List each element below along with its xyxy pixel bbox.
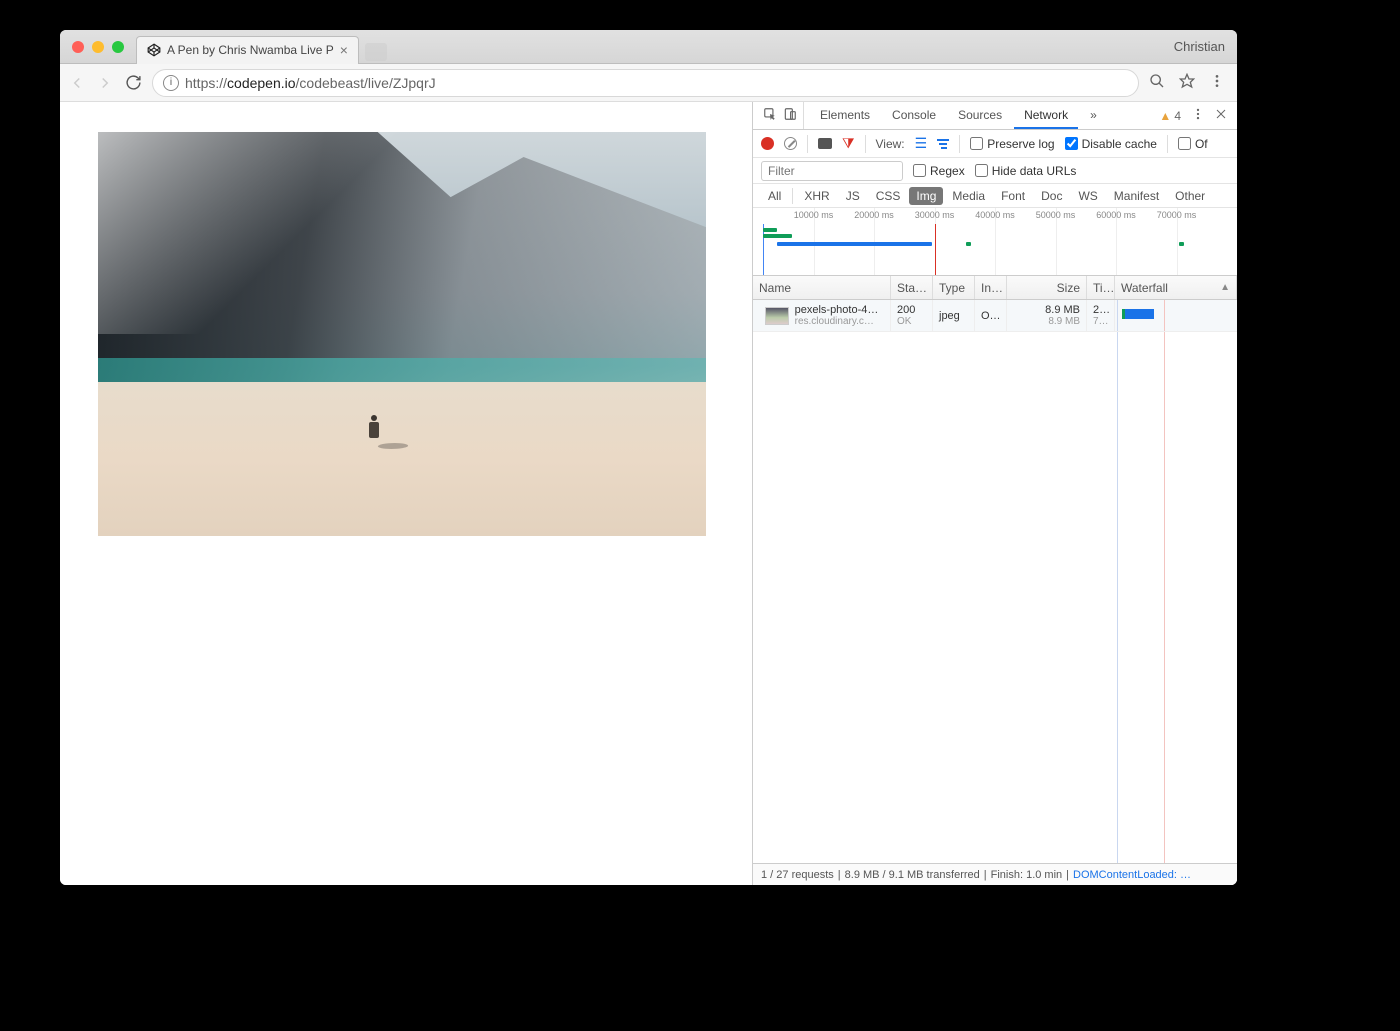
back-button[interactable] <box>68 74 86 92</box>
type-ws[interactable]: WS <box>1071 187 1104 205</box>
filter-toggle-icon[interactable]: ⧩ <box>842 135 855 152</box>
browser-window: A Pen by Chris Nwamba Live P × Christian… <box>60 30 1237 885</box>
request-domain: res.cloudinary.c… <box>795 316 879 327</box>
toolbar: i https://codepen.io/codebeast/live/ZJpq… <box>60 64 1237 102</box>
window-controls <box>60 41 136 53</box>
request-thumbnail <box>765 307 789 325</box>
warnings-badge[interactable]: ▲ 4 <box>1159 109 1181 123</box>
type-css[interactable]: CSS <box>869 187 908 205</box>
offline-checkbox[interactable]: Of <box>1178 137 1208 151</box>
maximize-window-button[interactable] <box>112 41 124 53</box>
tab-elements[interactable]: Elements <box>810 102 880 129</box>
hide-data-urls-checkbox[interactable]: Hide data URLs <box>975 164 1077 178</box>
col-waterfall[interactable]: Waterfall ▲ <box>1115 276 1237 299</box>
type-filters: All XHR JS CSS Img Media Font Doc WS Man… <box>753 184 1237 208</box>
timeline-overview[interactable]: 10000 ms 20000 ms 30000 ms 40000 ms 5000… <box>753 208 1237 276</box>
devtools-settings-icon[interactable] <box>1191 107 1205 124</box>
type-all[interactable]: All <box>761 187 788 205</box>
type-media[interactable]: Media <box>945 187 992 205</box>
col-type[interactable]: Type <box>933 276 975 299</box>
tab-sources[interactable]: Sources <box>948 102 1012 129</box>
tab-bar: A Pen by Chris Nwamba Live P × Christian <box>60 30 1237 64</box>
col-size[interactable]: Size <box>1007 276 1087 299</box>
device-toolbar-icon[interactable] <box>783 107 797 124</box>
col-time[interactable]: Ti… <box>1087 276 1115 299</box>
address-bar[interactable]: i https://codepen.io/codebeast/live/ZJpq… <box>152 69 1139 97</box>
close-window-button[interactable] <box>72 41 84 53</box>
minimize-window-button[interactable] <box>92 41 104 53</box>
bookmark-star-icon[interactable] <box>1179 73 1195 92</box>
col-initiator[interactable]: In… <box>975 276 1007 299</box>
page-viewport <box>60 102 752 885</box>
tab-console[interactable]: Console <box>882 102 946 129</box>
profile-label[interactable]: Christian <box>1162 39 1237 54</box>
view-large-icon[interactable]: ☰ <box>915 135 928 152</box>
new-tab-button[interactable] <box>365 43 387 61</box>
url-text: https://codepen.io/codebeast/live/ZJpqrJ <box>185 75 436 91</box>
request-name: pexels-photo-4… <box>795 304 879 316</box>
codepen-favicon-icon <box>147 43 161 57</box>
main-split: Elements Console Sources Network » ▲ 4 <box>60 102 1237 885</box>
network-table-header: Name Sta… Type In… Size Ti… Waterfall ▲ <box>753 276 1237 300</box>
col-name[interactable]: Name <box>753 276 891 299</box>
type-font[interactable]: Font <box>994 187 1032 205</box>
capture-screenshots-icon[interactable] <box>818 138 832 149</box>
waterfall-background <box>1115 332 1237 863</box>
forward-button[interactable] <box>96 74 114 92</box>
network-table-body: pexels-photo-4… res.cloudinary.c… 200 OK… <box>753 300 1237 863</box>
col-status[interactable]: Sta… <box>891 276 933 299</box>
network-filter-row: Regex Hide data URLs <box>753 158 1237 184</box>
type-manifest[interactable]: Manifest <box>1107 187 1166 205</box>
tab-title: A Pen by Chris Nwamba Live P <box>167 43 334 57</box>
reload-button[interactable] <box>124 74 142 92</box>
domcontentloaded-link[interactable]: DOMContentLoaded: … <box>1073 869 1191 881</box>
warning-icon: ▲ <box>1159 109 1171 123</box>
site-info-icon[interactable]: i <box>163 75 179 91</box>
view-waterfall-icon[interactable] <box>937 139 949 149</box>
record-button[interactable] <box>761 137 774 150</box>
filter-input[interactable] <box>761 161 903 181</box>
devtools-tabs: Elements Console Sources Network » ▲ 4 <box>753 102 1237 130</box>
zoom-icon[interactable] <box>1149 73 1165 92</box>
type-js[interactable]: JS <box>839 187 867 205</box>
preserve-log-checkbox[interactable]: Preserve log <box>970 137 1054 151</box>
tab-network[interactable]: Network <box>1014 102 1078 129</box>
toolbar-right <box>1149 73 1229 92</box>
regex-checkbox[interactable]: Regex <box>913 164 965 178</box>
type-other[interactable]: Other <box>1168 187 1212 205</box>
hero-image <box>98 132 706 536</box>
type-doc[interactable]: Doc <box>1034 187 1069 205</box>
clear-button[interactable] <box>784 137 797 150</box>
type-img[interactable]: Img <box>909 187 943 205</box>
close-tab-icon[interactable]: × <box>340 43 348 57</box>
view-label: View: <box>876 137 905 151</box>
type-xhr[interactable]: XHR <box>797 187 836 205</box>
network-controls: ⧩ View: ☰ Preserve log Disable cache Of <box>753 130 1237 158</box>
timeline-ticks: 10000 ms 20000 ms 30000 ms 40000 ms 5000… <box>753 208 1237 224</box>
tabs-overflow[interactable]: » <box>1080 102 1107 129</box>
devtools-panel: Elements Console Sources Network » ▲ 4 <box>752 102 1237 885</box>
disable-cache-checkbox[interactable]: Disable cache <box>1065 137 1157 151</box>
inspect-element-icon[interactable] <box>763 107 777 124</box>
network-status-bar: 1 / 27 requests | 8.9 MB / 9.1 MB transf… <box>753 863 1237 885</box>
menu-icon[interactable] <box>1209 73 1225 92</box>
devtools-close-icon[interactable] <box>1215 108 1227 123</box>
sort-asc-icon: ▲ <box>1220 282 1230 293</box>
browser-tab[interactable]: A Pen by Chris Nwamba Live P × <box>136 36 359 64</box>
table-row[interactable]: pexels-photo-4… res.cloudinary.c… 200 OK… <box>753 300 1237 332</box>
